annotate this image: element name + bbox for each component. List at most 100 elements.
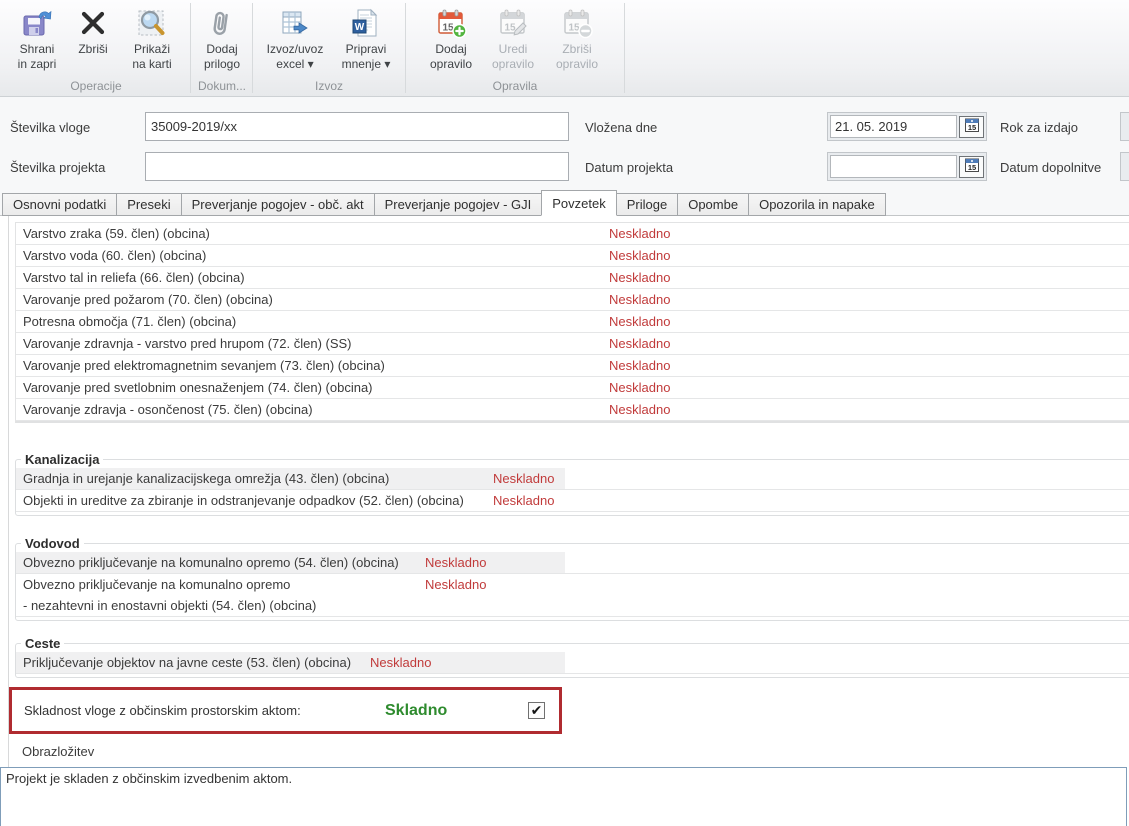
item-label: Varovanje pred požarom (70. člen) (obcin… <box>23 289 273 310</box>
item-label: Objekti in ureditve za zbiranje in odstr… <box>23 490 464 511</box>
list-item[interactable]: Varstvo zraka (59. člen) (obcina)Nesklad… <box>16 223 1129 245</box>
tab-preseki[interactable]: Preseki <box>116 193 181 216</box>
add-task-button[interactable]: 15 Dodaj opravilo <box>422 5 480 72</box>
section-vodovod: Vodovod Obvezno priključevanje na komuna… <box>15 536 1129 621</box>
list-item[interactable]: Varovanje pred požarom (70. člen) (obcin… <box>16 289 1129 311</box>
item-status: Neskladno <box>609 311 670 332</box>
item-status: Neskladno <box>609 289 670 310</box>
field-label-vlozena-dne: Vložena dne <box>585 120 657 135</box>
svg-text:15: 15 <box>967 163 975 172</box>
summary-list: Varstvo zraka (59. člen) (obcina)Nesklad… <box>15 222 1129 423</box>
calendar-button[interactable]: 15 <box>959 156 984 178</box>
field-label-stevilka-vloge: Številka vloge <box>10 120 90 135</box>
stevilka-projekta-input[interactable] <box>145 152 569 181</box>
section-ceste: Ceste Priključevanje objektov na javne c… <box>15 636 1129 678</box>
item-label: Obvezno priključevanje na komunalno opre… <box>23 574 316 616</box>
tab-povzetek[interactable]: Povzetek <box>541 190 616 216</box>
tab-priloge[interactable]: Priloge <box>616 193 678 216</box>
svg-text:15: 15 <box>504 23 516 34</box>
calendar-icon: 15 <box>964 157 980 176</box>
list-item[interactable]: Gradnja in urejanje kanalizacijskega omr… <box>16 468 1129 490</box>
tab-opozorila-in-napake[interactable]: Opozorila in napake <box>748 193 886 216</box>
group-separator <box>252 3 253 93</box>
toolbar-group-opravila: 15 Dodaj opravilo 15 <box>407 0 623 96</box>
list-item[interactable]: Objekti in ureditve za zbiranje in odstr… <box>16 490 1129 512</box>
delete-icon <box>77 7 109 39</box>
list-item[interactable]: Varovanje zdravnja - varstvo pred hrupom… <box>16 333 1129 355</box>
group-separator <box>624 3 625 93</box>
excel-import-export-button[interactable]: Izvoz/uvoz excel ▾ <box>259 5 331 72</box>
date-field-cutoff <box>1120 112 1129 141</box>
delete-task-icon: 15 <box>561 7 593 39</box>
button-label: Zbriši <box>78 42 107 57</box>
save-icon <box>21 7 53 39</box>
explanation-textarea[interactable]: Projekt je skladen z občinskim izvedbeni… <box>0 767 1127 826</box>
button-label: Dodaj prilogo <box>204 42 240 72</box>
attachment-icon <box>206 7 238 39</box>
excel-icon <box>279 7 311 39</box>
list-item[interactable]: Varovanje pred svetlobnim onesnaženjem (… <box>16 377 1129 399</box>
date-field-cutoff <box>1120 152 1129 181</box>
section-rows: Gradnja in urejanje kanalizacijskega omr… <box>16 468 1129 512</box>
datum-projekta-datepicker: 15 <box>827 152 987 181</box>
item-status: Neskladno <box>609 245 670 266</box>
map-search-icon <box>136 7 168 39</box>
tab-opombe[interactable]: Opombe <box>677 193 749 216</box>
edit-task-button: 15 Uredi opravilo <box>482 5 544 72</box>
tab-preverjanje-pogojev-obc-akt[interactable]: Preverjanje pogojev - obč. akt <box>181 193 375 216</box>
button-label: Izvoz/uvoz excel ▾ <box>267 42 324 72</box>
delete-button[interactable]: Zbriši <box>67 5 119 72</box>
button-label: Dodaj opravilo <box>430 42 472 72</box>
field-label-rok-za-izdajo: Rok za izdajo <box>1000 120 1078 135</box>
svg-text:15: 15 <box>568 23 580 34</box>
list-item[interactable]: Potresna območja (71. člen) (obcina)Nesk… <box>16 311 1129 333</box>
list-item[interactable]: Obvezno priključevanje na komunalno opre… <box>16 574 1129 617</box>
list-item[interactable]: Obvezno priključevanje na komunalno opre… <box>16 552 1129 574</box>
item-status: Neskladno <box>370 652 431 673</box>
compliance-checkbox[interactable]: ✔ <box>528 702 545 719</box>
list-item[interactable]: Varovanje pred elektromagnetnim sevanjem… <box>16 355 1129 377</box>
item-label: Varovanje zdravja - osončenost (75. člen… <box>23 399 313 420</box>
vlozena-dne-datepicker: 15 <box>827 112 987 141</box>
group-separator <box>190 3 191 93</box>
item-status: Neskladno <box>609 333 670 354</box>
save-close-button[interactable]: Shrani in zapri <box>9 5 65 72</box>
item-label: Obvezno priključevanje na komunalno opre… <box>23 552 399 573</box>
tab-osnovni-podatki[interactable]: Osnovni podatki <box>2 193 117 216</box>
item-label: Gradnja in urejanje kanalizacijskega omr… <box>23 468 389 489</box>
toolbar-group-dokumenti: Dodaj prilogo Dokum... <box>192 0 252 96</box>
button-label: Prikaži na karti <box>132 42 171 72</box>
datum-projekta-input[interactable] <box>830 155 957 178</box>
section-title: Ceste <box>21 636 64 651</box>
add-attachment-button[interactable]: Dodaj prilogo <box>194 5 250 72</box>
prepare-opinion-button[interactable]: W Pripravi mnenje ▾ <box>333 5 399 72</box>
item-status: Neskladno <box>493 490 554 511</box>
calendar-icon: 15 <box>964 117 980 136</box>
group-label: Opravila <box>407 79 623 93</box>
checkmark-icon: ✔ <box>531 703 543 717</box>
tab-panel-povzetek: Varstvo zraka (59. člen) (obcina)Nesklad… <box>0 216 1129 826</box>
compliance-status-value: Skladno <box>385 702 447 720</box>
item-label: Priključevanje objektov na javne ceste (… <box>23 652 351 673</box>
list-item[interactable]: Varovanje zdravja - osončenost (75. člen… <box>16 399 1129 421</box>
button-label: Pripravi mnenje ▾ <box>342 42 391 72</box>
show-on-map-button[interactable]: Prikaži na karti <box>121 5 183 72</box>
list-item[interactable]: Varstvo voda (60. člen) (obcina)Neskladn… <box>16 245 1129 267</box>
delete-task-button: 15 Zbriši opravilo <box>546 5 608 72</box>
vlozena-dne-input[interactable] <box>830 115 957 138</box>
tab-preverjanje-pogojev-gji[interactable]: Preverjanje pogojev - GJI <box>374 193 543 216</box>
section-title: Vodovod <box>21 536 84 551</box>
calendar-button[interactable]: 15 <box>959 116 984 138</box>
toolbar-group-operacije: Shrani in zapri Zbriši <box>4 0 188 96</box>
stevilka-vloge-input[interactable] <box>145 112 569 141</box>
item-status: Neskladno <box>609 355 670 376</box>
button-label: Uredi opravilo <box>492 42 534 72</box>
application-window: Shrani in zapri Zbriši <box>0 0 1129 826</box>
svg-text:15: 15 <box>967 123 975 132</box>
word-icon: W <box>350 7 382 39</box>
list-item[interactable]: Varstvo tal in reliefa (66. člen) (obcin… <box>16 267 1129 289</box>
field-label-datum-dopolnitve: Datum dopolnitve <box>1000 160 1101 175</box>
list-item[interactable]: Priključevanje objektov na javne ceste (… <box>16 652 1129 674</box>
group-separator <box>405 3 406 93</box>
item-status: Neskladno <box>425 574 486 595</box>
